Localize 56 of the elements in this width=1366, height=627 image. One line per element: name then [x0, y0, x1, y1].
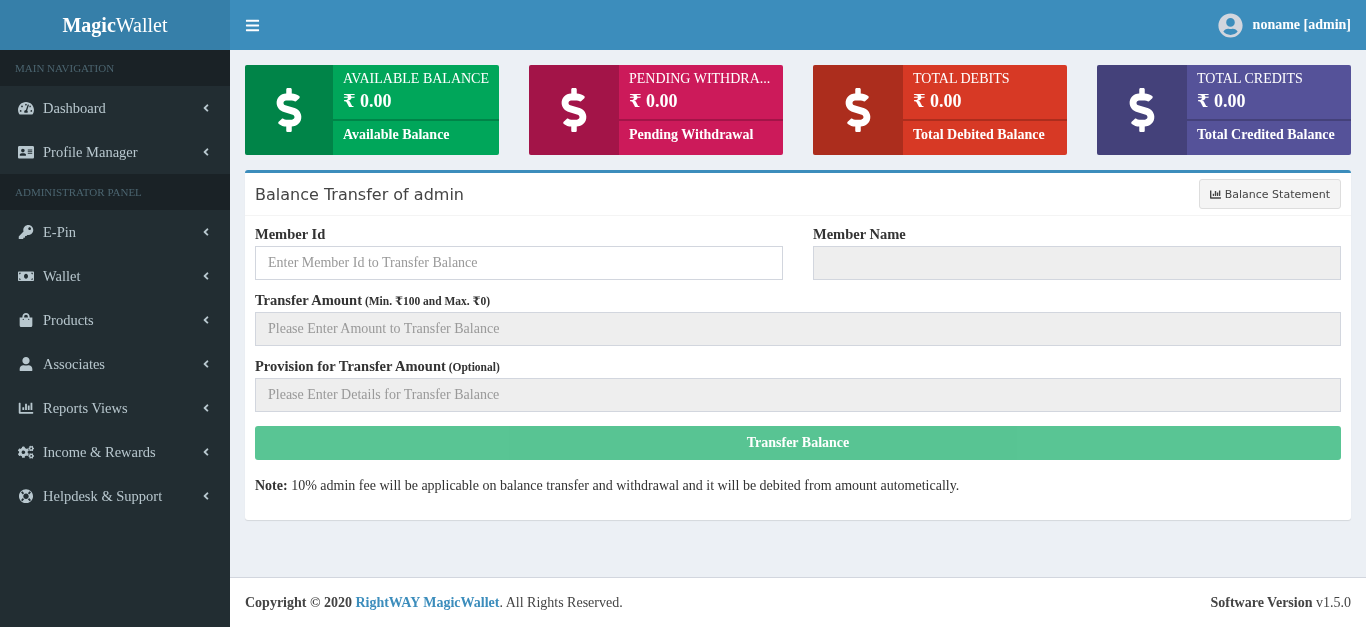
avatar-icon	[1217, 12, 1243, 38]
bar-chart-icon	[1209, 188, 1221, 200]
gears-icon	[18, 444, 34, 460]
menu-button[interactable]	[245, 17, 260, 33]
nav-label: Income & Rewards	[43, 443, 157, 461]
gauge-icon	[18, 100, 34, 116]
info-title: TOTAL CREDITS	[1197, 71, 1304, 87]
nav-label: Wallet	[43, 267, 82, 285]
panel-title: Balance Transfer of admin	[255, 184, 464, 204]
shopping-bag-icon	[18, 312, 34, 328]
user-menu[interactable]: noname [admin]	[1217, 12, 1351, 38]
brand-logo[interactable]: MagicWallet	[0, 0, 230, 50]
nav-item[interactable]: Wallet	[0, 254, 230, 298]
nav-item[interactable]: E-Pin	[0, 210, 230, 254]
copyright-text: Copyright © 2020 RightWAY MagicWallet. All Rights Reserved.	[245, 594, 623, 611]
version-text: Software Version v1.5.0	[1210, 594, 1351, 611]
nav-label: Associates	[43, 355, 106, 373]
nav-item[interactable]: Dashboard	[0, 86, 230, 130]
nav-item[interactable]: Profile Manager	[0, 130, 230, 174]
field-label: Member Name	[813, 226, 907, 243]
id-card-icon	[18, 144, 34, 160]
field-label: Member Id	[255, 226, 327, 243]
input-field[interactable]: Enter Member Id to Transfer Balance	[255, 246, 783, 280]
section-header: ADMINISTRATOR PANEL	[0, 174, 230, 210]
note-text: Note: 10% admin fee will be applicable on balance transfer and withdrawal and it will be debited from amount autometically.	[255, 478, 961, 494]
bar-chart-icon	[18, 400, 34, 416]
info-amount: ₹ 0.00	[1197, 90, 1247, 112]
nav-item[interactable]: Income & Rewards	[0, 430, 230, 474]
info-description: Total Credited Balance	[1196, 126, 1336, 144]
nav-item[interactable]: Helpdesk & Support	[0, 474, 230, 518]
info-description: Available Balance	[341, 126, 451, 144]
info-title: AVAILABLE BALANCE	[342, 71, 489, 87]
field-label: Provision for Transfer Amount (Optional)	[255, 358, 501, 375]
field-label: Transfer Amount (Min. ₹100 and Max. ₹0)	[255, 292, 492, 309]
nav-label: Profile Manager	[43, 143, 139, 161]
nav-item[interactable]: Associates	[0, 342, 230, 386]
nav-item[interactable]: Products	[0, 298, 230, 342]
user-icon	[18, 356, 34, 372]
info-amount: ₹ 0.00	[913, 90, 963, 112]
key-icon	[18, 224, 34, 240]
nav-label: Helpdesk & Support	[43, 487, 164, 505]
info-title: PENDING WITHDRA...	[629, 71, 772, 87]
nav-item[interactable]: Reports Views	[0, 386, 230, 430]
nav-label: Dashboard	[43, 99, 107, 117]
info-title: TOTAL DEBITS	[913, 71, 1011, 87]
nav-label: Reports Views	[43, 399, 129, 417]
banknote-icon	[18, 268, 34, 284]
info-amount: ₹ 0.00	[629, 90, 679, 112]
section-header: MAIN NAVIGATION	[0, 50, 230, 86]
nav-label: E-Pin	[43, 223, 78, 241]
life-ring-icon	[18, 488, 34, 504]
info-description: Total Debited Balance	[912, 126, 1046, 144]
info-amount: ₹ 0.00	[342, 90, 393, 112]
nav-label: Products	[43, 311, 95, 329]
info-description: Pending Withdrawal	[628, 126, 755, 144]
statement-button[interactable]: Balance Statement	[1198, 179, 1341, 209]
